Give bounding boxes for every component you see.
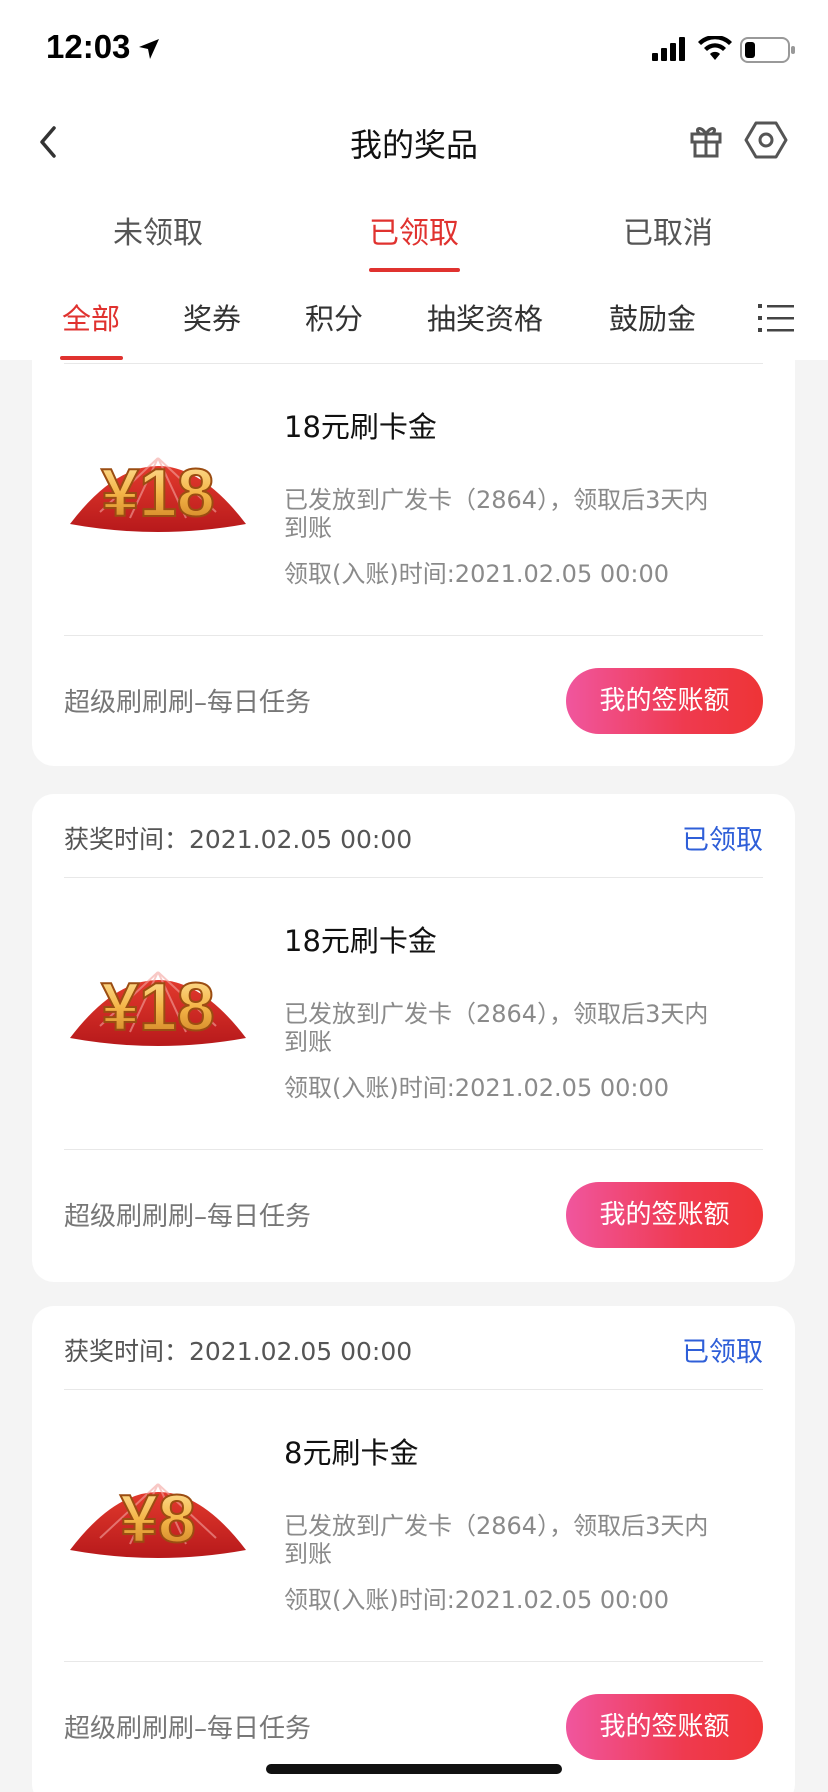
list-icon[interactable] [758, 302, 794, 334]
win-time: 获奖时间：2021.02.05 00:00 [64, 825, 413, 854]
sub-tabs: 全部 奖券 积分 抽奖资格 鼓励金 [0, 276, 828, 360]
tab-claimed[interactable]: 已领取 [314, 208, 514, 252]
status-badge: 已领取 [682, 1337, 763, 1368]
prize-list: ¥18 18元刷卡金 已发放到广发卡（2864），领取后3天内到账 领取(入账)… [0, 360, 828, 1792]
status-time: 12:03 [46, 28, 131, 65]
coupon-amount: ¥8 [120, 1481, 196, 1557]
my-spending-button[interactable]: 我的签账额 [566, 668, 763, 734]
tab-unclaimed[interactable]: 未领取 [58, 208, 258, 252]
main-tabs: 未领取 已领取 已取消 [0, 184, 828, 276]
card-divider [64, 1149, 763, 1150]
home-indicator [266, 1764, 562, 1774]
prize-description: 已发放到广发卡（2864），领取后3天内到账 [284, 1000, 709, 1056]
prize-card: ¥18 18元刷卡金 已发放到广发卡（2864），领取后3天内到账 领取(入账)… [32, 360, 795, 766]
active-tab-indicator [369, 268, 460, 272]
signal-icon [652, 37, 685, 61]
claim-time: 领取(入账)时间:2021.02.05 00:00 [284, 1074, 670, 1102]
card-header [64, 360, 763, 364]
hexagon-settings-icon[interactable] [744, 118, 788, 162]
nav-bar: 我的奖品 [0, 100, 828, 184]
coupon-image: ¥18 [70, 454, 246, 532]
claim-time: 领取(入账)时间:2021.02.05 00:00 [284, 560, 670, 588]
coupon-image: ¥18 [70, 968, 246, 1046]
status-bar: 12:03 [0, 0, 828, 100]
prize-description: 已发放到广发卡（2864），领取后3天内到账 [284, 486, 709, 542]
claim-time: 领取(入账)时间:2021.02.05 00:00 [284, 1586, 670, 1614]
card-header: 获奖时间：2021.02.05 00:00 已领取 [64, 794, 763, 878]
subtab-lottery[interactable]: 抽奖资格 [427, 296, 543, 338]
prize-name: 18元刷卡金 [284, 410, 437, 444]
prize-name: 8元刷卡金 [284, 1436, 419, 1470]
card-divider [64, 1661, 763, 1662]
battery-icon [740, 37, 795, 63]
win-time: 获奖时间：2021.02.05 00:00 [64, 1337, 413, 1366]
tab-cancelled[interactable]: 已取消 [568, 208, 768, 252]
gift-icon[interactable] [688, 122, 724, 160]
wifi-icon [698, 36, 732, 60]
prize-source: 超级刷刷刷–每日任务 [64, 688, 312, 718]
prize-card: 获奖时间：2021.02.05 00:00 已领取 ¥18 18元刷卡金 已发放… [32, 794, 795, 1282]
card-divider [64, 635, 763, 636]
card-header: 获奖时间：2021.02.05 00:00 已领取 [64, 1306, 763, 1390]
coupon-amount: ¥18 [101, 969, 214, 1045]
subtab-coupons[interactable]: 奖券 [183, 296, 241, 338]
my-spending-button[interactable]: 我的签账额 [566, 1694, 763, 1760]
coupon-image: ¥8 [70, 1480, 246, 1558]
prize-name: 18元刷卡金 [284, 924, 437, 958]
subtab-bonus[interactable]: 鼓励金 [609, 296, 696, 338]
prize-source: 超级刷刷刷–每日任务 [64, 1202, 312, 1232]
subtab-all[interactable]: 全部 [62, 296, 120, 338]
prize-source: 超级刷刷刷–每日任务 [64, 1714, 312, 1744]
status-badge: 已领取 [682, 825, 763, 856]
prize-description: 已发放到广发卡（2864），领取后3天内到账 [284, 1512, 709, 1568]
subtab-points[interactable]: 积分 [305, 296, 363, 338]
my-spending-button[interactable]: 我的签账额 [566, 1182, 763, 1248]
prize-card: 获奖时间：2021.02.05 00:00 已领取 ¥8 8元刷卡金 已发放到广… [32, 1306, 795, 1792]
coupon-amount: ¥18 [101, 455, 214, 531]
location-arrow-icon [139, 39, 159, 59]
